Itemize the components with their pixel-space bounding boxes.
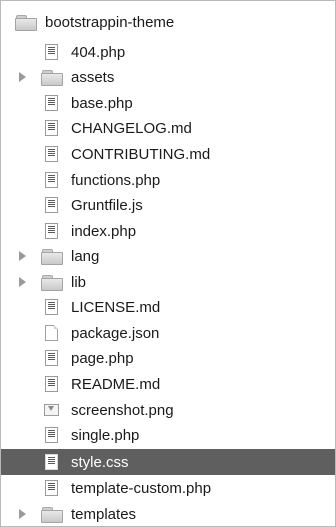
tree-item-label: package.json: [71, 324, 160, 342]
tree-item-label: lib: [71, 273, 87, 291]
tree-item-label: screenshot.png: [71, 401, 174, 419]
tree-item-template-custom-php[interactable]: template-custom.php: [1, 475, 335, 501]
tree-item-style-css[interactable]: style.css: [1, 449, 335, 475]
tree-item-package-json[interactable]: package.json: [1, 320, 335, 346]
tree-item-license-md[interactable]: LICENSE.md: [1, 294, 335, 320]
document-icon: [45, 120, 58, 136]
tree-item-readme-md[interactable]: README.md: [1, 371, 335, 397]
tree-item-contributing-md[interactable]: CONTRIBUTING.md: [1, 141, 335, 167]
tree-item-index-php[interactable]: index.php: [1, 218, 335, 244]
tree-item-label: base.php: [71, 94, 133, 112]
tree-item-label: page.php: [71, 349, 134, 367]
tree-item-page-php[interactable]: page.php: [1, 345, 335, 371]
tree-item-label: lang: [71, 247, 100, 265]
tree-item-single-php[interactable]: single.php: [1, 422, 335, 448]
folder-icon: [15, 14, 37, 31]
tree-item-functions-php[interactable]: functions.php: [1, 167, 335, 193]
tree-item-label: LICENSE.md: [71, 298, 161, 316]
tree-item-label: functions.php: [71, 171, 161, 189]
file-tree: bootstrappin-theme 404.php assets base.p…: [0, 0, 336, 527]
tree-item-gruntfile-js[interactable]: Gruntfile.js: [1, 192, 335, 218]
tree-item-lang[interactable]: lang: [1, 243, 335, 269]
document-icon: [45, 454, 58, 470]
tree-item-assets[interactable]: assets: [1, 64, 335, 90]
tree-item-label: README.md: [71, 375, 161, 393]
document-icon: [45, 197, 58, 213]
tree-root-bootstrappin-theme[interactable]: bootstrappin-theme: [1, 9, 335, 35]
plain-file-icon: [45, 325, 58, 341]
tree-item-label: CONTRIBUTING.md: [71, 145, 211, 163]
folder-icon: [41, 69, 63, 86]
tree-item-label: style.css: [71, 453, 129, 471]
folder-icon: [41, 506, 63, 523]
document-icon: [45, 172, 58, 188]
disclosure-triangle-icon[interactable]: [19, 251, 26, 261]
disclosure-triangle-icon[interactable]: [19, 277, 26, 287]
tree-item-lib[interactable]: lib: [1, 269, 335, 295]
tree-item-templates[interactable]: templates: [1, 501, 335, 527]
tree-item-label: CHANGELOG.md: [71, 119, 192, 137]
tree-item-screenshot-png[interactable]: screenshot.png: [1, 397, 335, 423]
tree-item-base-php[interactable]: base.php: [1, 90, 335, 116]
tree-item-label: Gruntfile.js: [71, 196, 143, 214]
document-icon: [45, 146, 58, 162]
disclosure-triangle-icon[interactable]: [19, 72, 26, 82]
tree-item-label: templates: [71, 505, 137, 523]
tree-item-label: template-custom.php: [71, 479, 212, 497]
document-icon: [45, 480, 58, 496]
tree-root-label: bootstrappin-theme: [45, 13, 175, 31]
disclosure-triangle-icon[interactable]: [19, 509, 26, 519]
image-file-icon: [44, 403, 59, 417]
tree-item-label: 404.php: [71, 43, 126, 61]
document-icon: [45, 44, 58, 60]
tree-item-404-php[interactable]: 404.php: [1, 39, 335, 65]
document-icon: [45, 223, 58, 239]
tree-item-label: assets: [71, 68, 115, 86]
tree-item-changelog-md[interactable]: CHANGELOG.md: [1, 115, 335, 141]
document-icon: [45, 376, 58, 392]
document-icon: [45, 350, 58, 366]
folder-icon: [41, 248, 63, 265]
folder-icon: [41, 274, 63, 291]
tree-item-label: index.php: [71, 222, 137, 240]
tree-item-label: single.php: [71, 426, 140, 444]
document-icon: [45, 299, 58, 315]
document-icon: [45, 95, 58, 111]
document-icon: [45, 427, 58, 443]
